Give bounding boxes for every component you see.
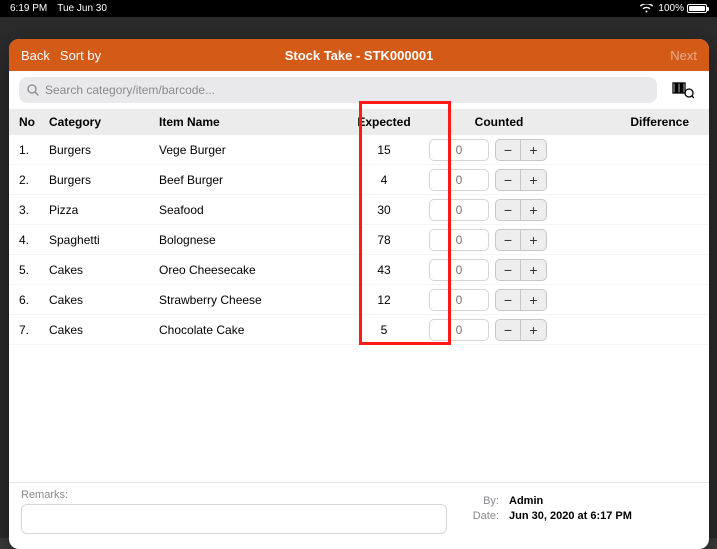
col-header-expected: Expected — [349, 115, 419, 129]
cell-expected: 78 — [349, 233, 419, 247]
sort-by-button[interactable]: Sort by — [60, 48, 101, 63]
cell-item: Chocolate Cake — [159, 323, 349, 337]
cell-no: 6. — [19, 293, 49, 307]
cell-category: Cakes — [49, 293, 159, 307]
cell-item: Beef Burger — [159, 173, 349, 187]
cell-item: Bolognese — [159, 233, 349, 247]
table-row: 2.BurgersBeef Burger4 −+ — [9, 165, 709, 195]
remarks-input[interactable] — [21, 504, 447, 534]
status-time: 6:19 PM — [10, 3, 47, 14]
increment-button[interactable]: + — [521, 319, 547, 341]
date-value: Jun 30, 2020 at 6:17 PM — [509, 510, 632, 522]
battery-indicator: 100% — [658, 3, 707, 14]
increment-button[interactable]: + — [521, 169, 547, 191]
decrement-button[interactable]: − — [495, 229, 521, 251]
increment-button[interactable]: + — [521, 199, 547, 221]
table-row: 3.PizzaSeafood30 −+ — [9, 195, 709, 225]
counted-input[interactable] — [429, 139, 489, 161]
table-row: 4.SpaghettiBolognese78 −+ — [9, 225, 709, 255]
stock-take-modal: Back Sort by Stock Take - STK000001 Next… — [9, 39, 709, 549]
increment-button[interactable]: + — [521, 289, 547, 311]
cell-category: Cakes — [49, 263, 159, 277]
cell-no: 7. — [19, 323, 49, 337]
cell-item: Strawberry Cheese — [159, 293, 349, 307]
table-header: No Category Item Name Expected Counted D… — [9, 109, 709, 135]
decrement-button[interactable]: − — [495, 169, 521, 191]
footer: Remarks: By: Admin Date: Jun 30, 2020 at… — [9, 482, 709, 549]
col-header-category: Category — [49, 115, 159, 129]
cell-no: 3. — [19, 203, 49, 217]
decrement-button[interactable]: − — [495, 139, 521, 161]
decrement-button[interactable]: − — [495, 289, 521, 311]
col-header-counted: Counted — [419, 115, 569, 129]
col-header-item-name: Item Name — [159, 115, 349, 129]
cell-category: Burgers — [49, 173, 159, 187]
counted-input[interactable] — [429, 169, 489, 191]
counted-input[interactable] — [429, 259, 489, 281]
date-label: Date: — [467, 510, 499, 522]
cell-category: Spaghetti — [49, 233, 159, 247]
increment-button[interactable]: + — [521, 139, 547, 161]
cell-no: 4. — [19, 233, 49, 247]
table-row: 7.CakesChocolate Cake5 −+ — [9, 315, 709, 345]
cell-no: 2. — [19, 173, 49, 187]
cell-category: Cakes — [49, 323, 159, 337]
col-header-difference: Difference — [569, 115, 699, 129]
cell-expected: 12 — [349, 293, 419, 307]
nav-bar: Back Sort by Stock Take - STK000001 Next — [9, 39, 709, 71]
cell-item: Oreo Cheesecake — [159, 263, 349, 277]
cell-expected: 15 — [349, 143, 419, 157]
cell-expected: 43 — [349, 263, 419, 277]
counted-input[interactable] — [429, 289, 489, 311]
cell-expected: 4 — [349, 173, 419, 187]
counted-input[interactable] — [429, 199, 489, 221]
cell-category: Pizza — [49, 203, 159, 217]
cell-no: 5. — [19, 263, 49, 277]
cell-expected: 30 — [349, 203, 419, 217]
barcode-scan-button[interactable] — [667, 77, 699, 103]
wifi-icon — [640, 4, 653, 13]
increment-button[interactable]: + — [521, 229, 547, 251]
cell-item: Seafood — [159, 203, 349, 217]
decrement-button[interactable]: − — [495, 319, 521, 341]
cell-no: 1. — [19, 143, 49, 157]
increment-button[interactable]: + — [521, 259, 547, 281]
search-input[interactable]: Search category/item/barcode... — [19, 77, 657, 103]
cell-item: Vege Burger — [159, 143, 349, 157]
table-row: 5.CakesOreo Cheesecake43 −+ — [9, 255, 709, 285]
page-title: Stock Take - STK000001 — [9, 48, 709, 63]
next-button[interactable]: Next — [670, 48, 697, 63]
decrement-button[interactable]: − — [495, 259, 521, 281]
cell-category: Burgers — [49, 143, 159, 157]
battery-percent: 100% — [658, 3, 684, 14]
col-header-no: No — [19, 115, 49, 129]
search-placeholder: Search category/item/barcode... — [45, 83, 215, 97]
table-row: 1.BurgersVege Burger15 −+ — [9, 135, 709, 165]
back-button[interactable]: Back — [21, 48, 50, 63]
status-bar: 6:19 PM Tue Jun 30 100% — [0, 0, 717, 17]
barcode-icon — [672, 81, 694, 99]
cell-expected: 5 — [349, 323, 419, 337]
by-value: Admin — [509, 495, 543, 507]
table-row: 6.CakesStrawberry Cheese12 −+ — [9, 285, 709, 315]
counted-input[interactable] — [429, 319, 489, 341]
table-body: 1.BurgersVege Burger15−+2.BurgersBeef Bu… — [9, 135, 709, 482]
decrement-button[interactable]: − — [495, 199, 521, 221]
counted-input[interactable] — [429, 229, 489, 251]
remarks-label: Remarks: — [21, 489, 447, 501]
by-label: By: — [467, 495, 499, 507]
search-icon — [27, 84, 39, 96]
status-date: Tue Jun 30 — [57, 3, 107, 14]
